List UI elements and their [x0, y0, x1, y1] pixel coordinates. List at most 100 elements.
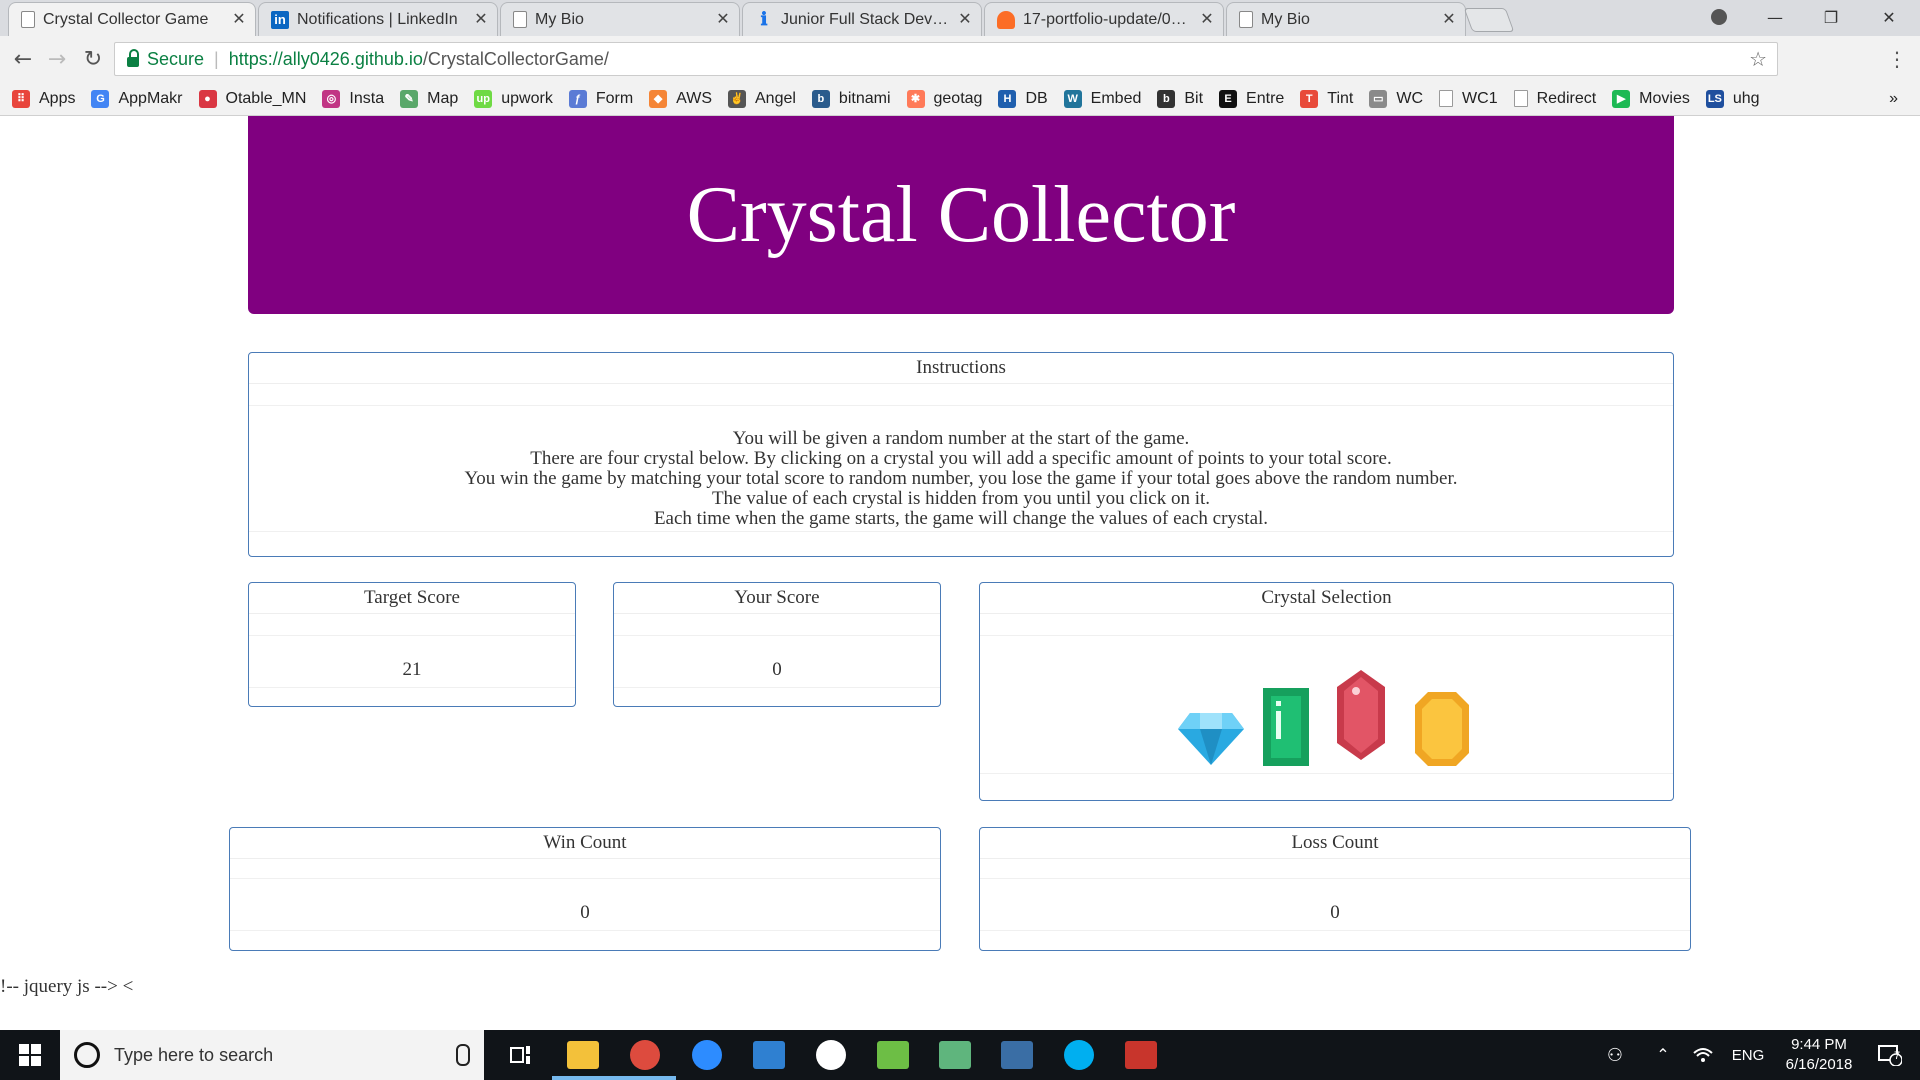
zoom-icon[interactable] — [676, 1030, 738, 1080]
close-icon[interactable]: ✕ — [715, 11, 731, 28]
bookmark-label: Otable_MN — [225, 89, 307, 107]
page-icon — [513, 11, 527, 28]
close-icon[interactable]: ✕ — [231, 11, 247, 28]
skype-icon[interactable] — [1048, 1030, 1110, 1080]
bookmark-map[interactable]: ✎ Map — [400, 89, 459, 108]
red-ruby-crystal[interactable] — [1336, 669, 1386, 761]
bookmark-aws[interactable]: ◆ AWS — [649, 89, 712, 108]
microphone-icon[interactable] — [456, 1044, 470, 1066]
notification-center-icon[interactable]: 7 — [1868, 1030, 1912, 1080]
divider — [230, 930, 940, 931]
close-icon[interactable]: ✕ — [1441, 11, 1457, 28]
bookmark-wc[interactable]: ▭ WC — [1369, 89, 1423, 108]
vscode-icon[interactable] — [738, 1030, 800, 1080]
target-score-value: 21 — [402, 659, 422, 680]
tab-linkedin[interactable]: in Notifications | LinkedIn ✕ — [258, 2, 498, 36]
language-indicator[interactable]: ENG — [1726, 1030, 1770, 1080]
new-tab-button[interactable] — [1463, 8, 1515, 32]
bookmark-label: Movies — [1639, 89, 1690, 107]
git-icon[interactable] — [862, 1030, 924, 1080]
bookmark-bitnami[interactable]: b bitnami — [811, 89, 891, 108]
file-explorer-glyph — [567, 1041, 599, 1069]
bookmark-db[interactable]: H DB — [998, 89, 1048, 108]
page-icon — [21, 11, 35, 28]
apps-grid-icon: ⠿ — [12, 89, 30, 108]
instruction-line: Each time when the game starts, the game… — [653, 508, 1269, 529]
your-score-heading: Your Score — [614, 583, 940, 614]
bookmark-insta[interactable]: ◎ Insta — [322, 89, 385, 108]
git-glyph — [877, 1041, 909, 1069]
bookmark-label: Map — [427, 89, 459, 107]
notification-count: 7 — [1894, 1050, 1901, 1062]
taskbar-search-input[interactable]: Type here to search — [60, 1030, 484, 1080]
address-bar[interactable]: Secure | https://ally0426.github.io/Crys… — [114, 42, 1778, 76]
bookmark-label: Insta — [349, 89, 385, 107]
bookmark-label: bitnami — [838, 89, 891, 107]
bookmarks-overflow-button[interactable]: » — [1889, 90, 1898, 108]
tab-my-bio-2[interactable]: My Bio ✕ — [1226, 2, 1466, 36]
bookmark-uhg[interactable]: LS uhg — [1705, 89, 1760, 108]
minimize-icon[interactable]: — — [1752, 0, 1798, 34]
ls-icon: LS — [1705, 89, 1724, 108]
hubspot-icon: ✱ — [906, 89, 925, 108]
instruction-line: You win the game by matching your total … — [464, 468, 1458, 489]
winrar-icon[interactable] — [1110, 1030, 1172, 1080]
show-hidden-icons[interactable]: ⌃ — [1648, 1030, 1678, 1080]
linkedin-icon: in — [271, 10, 289, 29]
close-icon[interactable]: ✕ — [473, 11, 489, 28]
bookmark-tint[interactable]: T Tint — [1300, 89, 1354, 108]
close-icon[interactable]: ✕ — [957, 11, 973, 28]
menu-icon[interactable]: ⋮ — [1882, 44, 1912, 74]
bookmark-geotag[interactable]: ✱ geotag — [906, 89, 983, 108]
bookmark-entre[interactable]: E Entre — [1219, 89, 1284, 108]
bookmark-upwork[interactable]: up upwork — [474, 89, 553, 108]
task-view-icon[interactable] — [490, 1030, 552, 1080]
forward-icon[interactable]: → — [42, 44, 72, 74]
atom-glyph — [939, 1041, 971, 1069]
tab-junior-dev[interactable]: ℹ Junior Full Stack Develop ✕ — [742, 2, 982, 36]
restore-icon[interactable]: ❐ — [1808, 0, 1854, 34]
blue-diamond-crystal[interactable] — [1176, 711, 1246, 767]
tint-icon: T — [1300, 89, 1319, 108]
people-icon[interactable]: ⚇ — [1598, 1030, 1632, 1080]
bookmark-label: Tint — [1327, 89, 1354, 107]
close-icon[interactable]: ✕ — [1199, 11, 1215, 28]
clock[interactable]: 9:44 PM 6/16/2018 — [1772, 1030, 1866, 1080]
green-emerald-crystal[interactable] — [1262, 687, 1310, 767]
bookmark-angel[interactable]: ✌ Angel — [728, 89, 796, 108]
angel-icon: ✌ — [728, 89, 746, 108]
tab-my-bio[interactable]: My Bio ✕ — [500, 2, 740, 36]
reload-icon[interactable]: ↻ — [78, 44, 108, 74]
wordpress-icon: W — [1063, 89, 1082, 108]
google-icon: G — [91, 89, 110, 108]
slack-icon[interactable] — [800, 1030, 862, 1080]
chrome-icon[interactable] — [614, 1030, 676, 1080]
bookmark-star-icon[interactable]: ☆ — [1749, 47, 1767, 71]
back-icon[interactable]: ← — [8, 44, 38, 74]
bookmark-otable-mn[interactable]: ● Otable_MN — [198, 89, 307, 108]
windows-start-icon[interactable] — [0, 1030, 60, 1080]
wifi-icon[interactable] — [1688, 1030, 1718, 1080]
bookmark-bit[interactable]: b Bit — [1157, 89, 1203, 108]
yellow-topaz-crystal[interactable] — [1414, 691, 1470, 767]
close-window-icon[interactable]: ✕ — [1866, 0, 1912, 34]
divider — [249, 531, 1673, 532]
opentable-icon: ● — [198, 89, 217, 108]
tab-crystal-collector[interactable]: Crystal Collector Game ✕ — [8, 2, 256, 36]
bookmark-wc1[interactable]: WC1 — [1439, 90, 1498, 108]
file-explorer-icon[interactable] — [552, 1030, 614, 1080]
atom-icon[interactable] — [924, 1030, 986, 1080]
bookmark-movies[interactable]: ▶ Movies — [1612, 89, 1690, 108]
bookmark-appmakr[interactable]: G AppMakr — [91, 89, 183, 108]
bookmark-redirect[interactable]: Redirect — [1513, 90, 1596, 108]
bookmark-form[interactable]: ƒ Form — [568, 89, 633, 108]
tab-portfolio-update[interactable]: 17-portfolio-update/01-H ✕ — [984, 2, 1224, 36]
mysql-workbench-glyph — [1001, 1041, 1033, 1069]
mysql-workbench-icon[interactable] — [986, 1030, 1048, 1080]
bookmark-embed[interactable]: W Embed — [1063, 89, 1141, 108]
bookmark-label: geotag — [933, 89, 983, 107]
page-header: Crystal Collector — [248, 116, 1674, 314]
bookmark-apps[interactable]: ⠿ Apps — [12, 89, 75, 108]
profile-icon[interactable] — [1696, 0, 1742, 34]
instructions-text: You will be given a random number at the… — [249, 429, 1673, 529]
